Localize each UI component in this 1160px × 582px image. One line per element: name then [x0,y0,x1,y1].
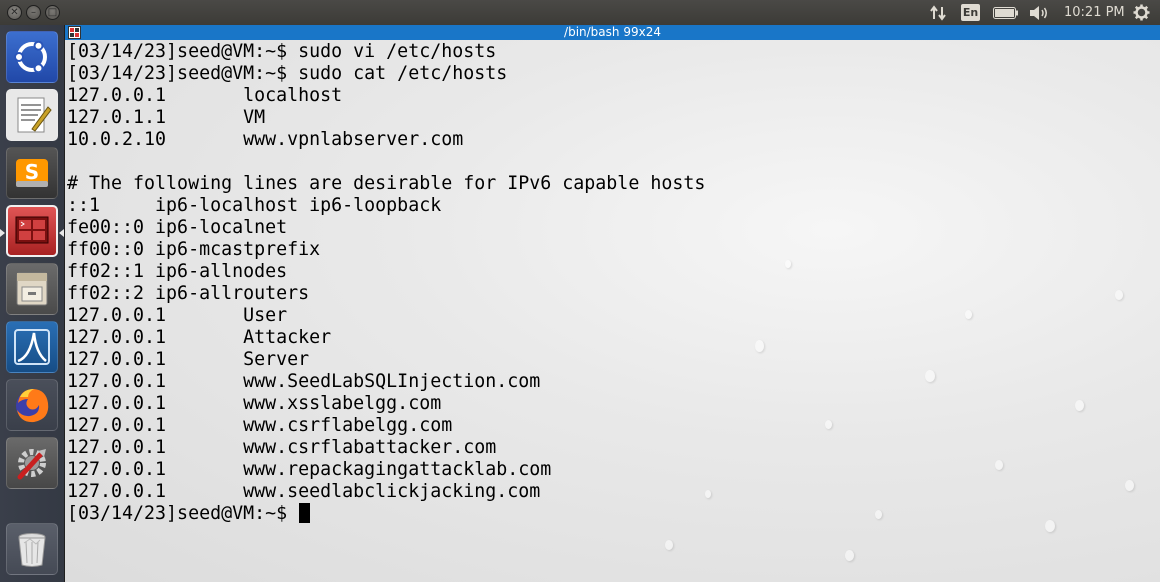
top-panel: ✕ – □ En 10:21 PM [0,0,1160,25]
network-transfer-icon[interactable] [929,5,947,21]
terminal-line: ff00::0 ip6-mcastprefix [67,239,321,260]
launcher-item-files[interactable] [6,263,58,315]
terminal-line: 127.0.0.1 www.csrflabattacker.com [67,437,497,458]
terminal-line: 127.0.0.1 www.repackagingattacklab.com [67,459,552,480]
terminal-menu-icon[interactable] [68,26,81,39]
terminal-line: 127.0.0.1 Attacker [67,327,332,348]
maximize-icon[interactable]: □ [45,5,60,20]
terminal-line: 127.0.0.1 localhost [67,85,343,106]
running-indicator [0,229,5,237]
launcher-item-trash[interactable] [6,523,58,575]
terminal-line: 127.0.0.1 User [67,305,288,326]
terminal-line: fe00::0 ip6-localnet [67,217,288,238]
terminal-prompt-line[interactable]: [03/14/23]seed@VM:~$ [67,503,705,525]
terminal-title: /bin/bash 99x24 [564,25,661,39]
text-editor-icon [17,97,52,133]
launcher-item-text-editor[interactable] [6,89,58,141]
launcher-item-firefox[interactable] [6,379,58,431]
terminal-window[interactable]: /bin/bash 99x24 [03/14/23]seed@VM:~$ sud… [65,25,1160,582]
terminal-line: 127.0.0.1 www.seedlabclickjacking.com [67,481,541,502]
launcher-item-terminal[interactable] [6,205,58,257]
trash-icon [18,533,46,567]
launcher-item-sublime-text[interactable]: S [6,147,58,199]
volume-icon[interactable] [1029,5,1049,21]
terminal-line: ff02::2 ip6-allrouters [67,283,310,304]
terminal-body[interactable]: [03/14/23]seed@VM:~$ sudo vi /etc/hosts[… [65,40,1160,582]
settings-wrench-icon [17,449,46,480]
terminal-cursor [299,503,311,523]
terminal-icon [15,216,49,244]
file-cabinet-icon [16,272,48,306]
terminal-line: 127.0.0.1 www.SeedLabSQLInjection.com [67,371,541,392]
launcher: S [0,25,65,582]
terminal-line: ff02::1 ip6-allnodes [67,261,288,282]
terminal-line: 127.0.0.1 www.xsslabelgg.com [67,393,442,414]
terminal-line: 127.0.1.1 VM [67,107,266,128]
firefox-icon [16,389,49,423]
wireshark-fin-icon [14,329,50,365]
terminal-line: # The following lines are desirable for … [67,173,706,194]
keyboard-layout-icon[interactable]: En [961,4,980,21]
terminal-line: 10.0.2.10 www.vpnlabserver.com [67,129,464,150]
terminal-output: [03/14/23]seed@VM:~$ sudo vi /etc/hosts[… [67,41,705,525]
ubuntu-logo-icon [14,40,47,74]
terminal-line: 127.0.0.1 Server [67,349,310,370]
active-indicator [59,229,64,237]
terminal-line: 127.0.0.1 www.csrflabelgg.com [67,415,453,436]
terminal-line: [03/14/23]seed@VM:~$ sudo vi /etc/hosts [67,41,497,62]
launcher-item-wireshark[interactable] [6,321,58,373]
launcher-item-system-settings[interactable] [6,437,58,489]
launcher-item-ubuntu-dash[interactable] [6,31,58,83]
terminal-line: ::1 ip6-localhost ip6-loopback [67,195,442,216]
svg-text:S: S [25,160,39,184]
clock[interactable]: 10:21 PM [1064,0,1125,25]
power-gear-icon[interactable] [1133,4,1150,21]
terminal-line: [03/14/23]seed@VM:~$ sudo cat /etc/hosts [67,63,508,84]
close-icon[interactable]: ✕ [7,5,22,20]
minimize-icon[interactable]: – [26,5,41,20]
battery-icon[interactable] [993,7,1019,19]
terminal-prompt: [03/14/23]seed@VM:~$ [67,503,299,524]
terminal-titlebar[interactable]: /bin/bash 99x24 [65,25,1160,40]
sublime-text-icon: S [16,159,48,187]
